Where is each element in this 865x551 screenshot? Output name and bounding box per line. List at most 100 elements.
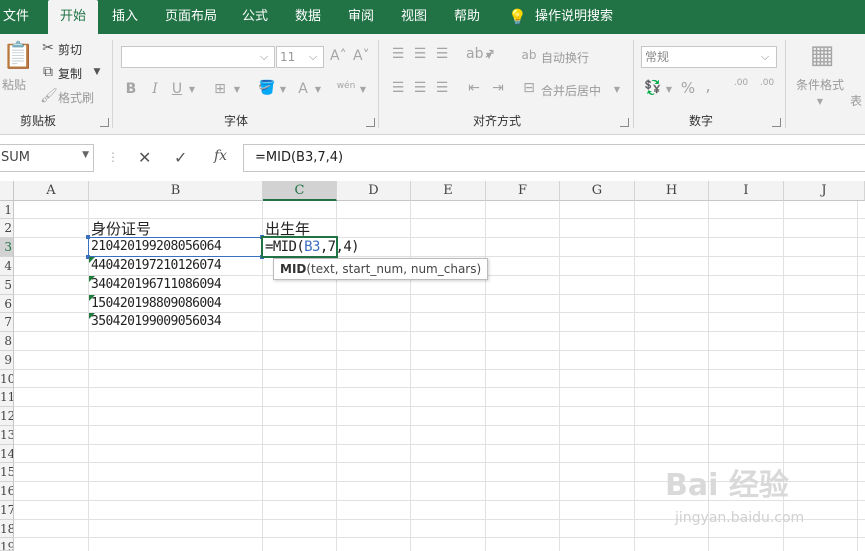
wrap-text-button[interactable]: 自动换行 xyxy=(541,49,589,66)
row-header-18[interactable]: 18 xyxy=(0,520,14,538)
align-right-icon[interactable]: ☰ xyxy=(434,80,450,96)
cell-b5[interactable]: 340420196711086094 xyxy=(91,276,222,294)
cell-b2[interactable]: 身份证号 xyxy=(91,219,151,238)
conditional-format-icon[interactable]: ▦ xyxy=(807,40,837,70)
column-header-c[interactable]: C xyxy=(263,181,337,201)
tab-tell-me[interactable]: 操作说明搜索 xyxy=(535,0,613,34)
orientation-chevron-icon[interactable]: ▼ xyxy=(484,48,494,64)
alignment-launcher-icon[interactable] xyxy=(620,118,629,127)
column-header-a[interactable]: A xyxy=(14,181,89,201)
cell-b6[interactable]: 150420198809086004 xyxy=(91,295,222,313)
row-header-1[interactable]: 1 xyxy=(0,201,14,219)
tab-view[interactable]: 视图 xyxy=(401,0,427,34)
tab-insert[interactable]: 插入 xyxy=(112,0,138,34)
row-header-7[interactable]: 7 xyxy=(0,313,14,332)
column-header-j[interactable]: J xyxy=(784,181,865,201)
formula-input[interactable]: =MID(B3,7,4) xyxy=(243,144,865,172)
row-header-17[interactable]: 17 xyxy=(0,501,14,520)
merge-center-icon[interactable]: ⊟ xyxy=(521,80,537,96)
reference-handle[interactable] xyxy=(86,235,90,239)
comma-button[interactable]: , xyxy=(702,78,714,94)
scissors-icon[interactable]: ✂ xyxy=(40,40,56,56)
underline-chevron-icon[interactable]: ▼ xyxy=(187,82,197,98)
decrease-decimal-button[interactable]: .00 xyxy=(756,78,778,88)
increase-indent-icon[interactable]: ⇥ xyxy=(490,80,506,96)
accounting-chevron-icon[interactable]: ▼ xyxy=(664,82,674,98)
format-painter-button[interactable]: 格式刷 xyxy=(58,89,94,106)
cell-c3-edit[interactable]: =MID(B3,7,4) xyxy=(265,238,360,256)
row-header-4[interactable]: 4 xyxy=(0,257,14,276)
insert-function-icon[interactable]: fx xyxy=(214,148,227,164)
column-header-i[interactable]: I xyxy=(709,181,784,201)
align-center-icon[interactable]: ☰ xyxy=(412,80,428,96)
tab-help[interactable]: 帮助 xyxy=(454,0,480,34)
increase-decimal-button[interactable]: .00 xyxy=(730,78,752,88)
row-header-6[interactable]: 6 xyxy=(0,295,14,313)
row-header-15[interactable]: 15 xyxy=(0,463,14,482)
select-all-corner[interactable] xyxy=(0,181,14,201)
border-icon[interactable]: ⊞ xyxy=(212,81,228,97)
column-header-g[interactable]: G xyxy=(560,181,635,201)
font-color-chevron-icon[interactable]: ▼ xyxy=(313,82,323,98)
cell-c2[interactable]: 出生年 xyxy=(265,219,310,238)
percent-button[interactable]: % xyxy=(680,80,696,96)
format-painter-icon[interactable]: 🖌 xyxy=(40,88,58,104)
align-left-icon[interactable]: ☰ xyxy=(390,80,406,96)
fill-chevron-icon[interactable]: ▼ xyxy=(278,82,288,98)
cancel-icon[interactable]: ✕ xyxy=(138,148,151,167)
column-header-d[interactable]: D xyxy=(337,181,411,201)
row-header-3[interactable]: 3 xyxy=(0,238,14,257)
decrease-indent-icon[interactable]: ⇤ xyxy=(466,80,482,96)
column-header-f[interactable]: F xyxy=(486,181,560,201)
row-header-8[interactable]: 8 xyxy=(0,332,14,351)
number-format-chevron-icon[interactable]: ⌵ xyxy=(757,49,773,65)
tab-data[interactable]: 数据 xyxy=(295,0,321,34)
accounting-format-icon[interactable]: 💱 xyxy=(644,80,662,96)
font-size-chevron-icon[interactable]: ⌵ xyxy=(305,49,321,65)
tooltip-function-name[interactable]: MID xyxy=(280,262,306,276)
conditional-format-button[interactable]: 条件格式 xyxy=(796,76,844,93)
column-header-b[interactable]: B xyxy=(89,181,263,201)
row-header-14[interactable]: 14 xyxy=(0,445,14,463)
tab-page-layout[interactable]: 页面布局 xyxy=(165,0,217,34)
clipboard-launcher-icon[interactable] xyxy=(100,118,109,127)
splitter-icon[interactable]: ⋮ xyxy=(107,150,119,164)
align-top-icon[interactable]: ☰ xyxy=(390,46,406,62)
cell-b4[interactable]: 440420197210126074 xyxy=(91,257,222,275)
font-launcher-icon[interactable] xyxy=(366,118,375,127)
tab-formulas[interactable]: 公式 xyxy=(242,0,268,34)
column-header-h[interactable]: H xyxy=(635,181,709,201)
align-bottom-icon[interactable]: ☰ xyxy=(434,46,450,62)
fill-color-icon[interactable]: 🪣 xyxy=(258,80,276,96)
tab-file[interactable]: 文件 xyxy=(3,0,29,34)
row-header-5[interactable]: 5 xyxy=(0,276,14,295)
copy-icon[interactable]: ⧉ xyxy=(40,64,56,80)
conditional-format-chevron-icon[interactable]: ▼ xyxy=(815,94,825,110)
merge-center-button[interactable]: 合并后居中 xyxy=(541,82,601,99)
font-name-input[interactable] xyxy=(121,46,275,68)
paste-button[interactable]: 粘贴 xyxy=(2,76,26,93)
merge-chevron-icon[interactable]: ▼ xyxy=(612,82,622,98)
wrap-text-icon[interactable]: ab xyxy=(521,47,537,63)
italic-button[interactable]: I xyxy=(148,81,162,97)
cell-b3[interactable]: 210420199208056064 xyxy=(91,238,222,256)
border-chevron-icon[interactable]: ▼ xyxy=(232,82,242,98)
chevron-down-icon[interactable]: ▼ xyxy=(92,64,102,80)
tab-review[interactable]: 审阅 xyxy=(348,0,374,34)
row-header-19[interactable]: 19 xyxy=(0,538,14,551)
row-header-9[interactable]: 9 xyxy=(0,351,14,370)
number-launcher-icon[interactable] xyxy=(772,118,781,127)
row-header-10[interactable]: 10 xyxy=(0,370,14,388)
cut-button[interactable]: 剪切 xyxy=(58,41,82,58)
tab-home[interactable]: 开始 xyxy=(48,0,98,34)
underline-button[interactable]: U xyxy=(170,81,184,97)
format-as-table-button[interactable]: 表 xyxy=(850,92,862,109)
paste-icon[interactable]: 📋 xyxy=(2,42,34,70)
name-box[interactable]: SUM ▼ xyxy=(0,144,94,172)
phonetic-chevron-icon[interactable]: ▼ xyxy=(358,82,368,98)
phonetic-guide-button[interactable]: wén xyxy=(336,78,356,94)
name-box-chevron-icon[interactable]: ▼ xyxy=(82,150,89,160)
orientation-icon[interactable]: ab↗ xyxy=(466,46,495,62)
row-header-11[interactable]: 11 xyxy=(0,388,14,407)
font-name-chevron-icon[interactable]: ⌵ xyxy=(256,49,272,65)
